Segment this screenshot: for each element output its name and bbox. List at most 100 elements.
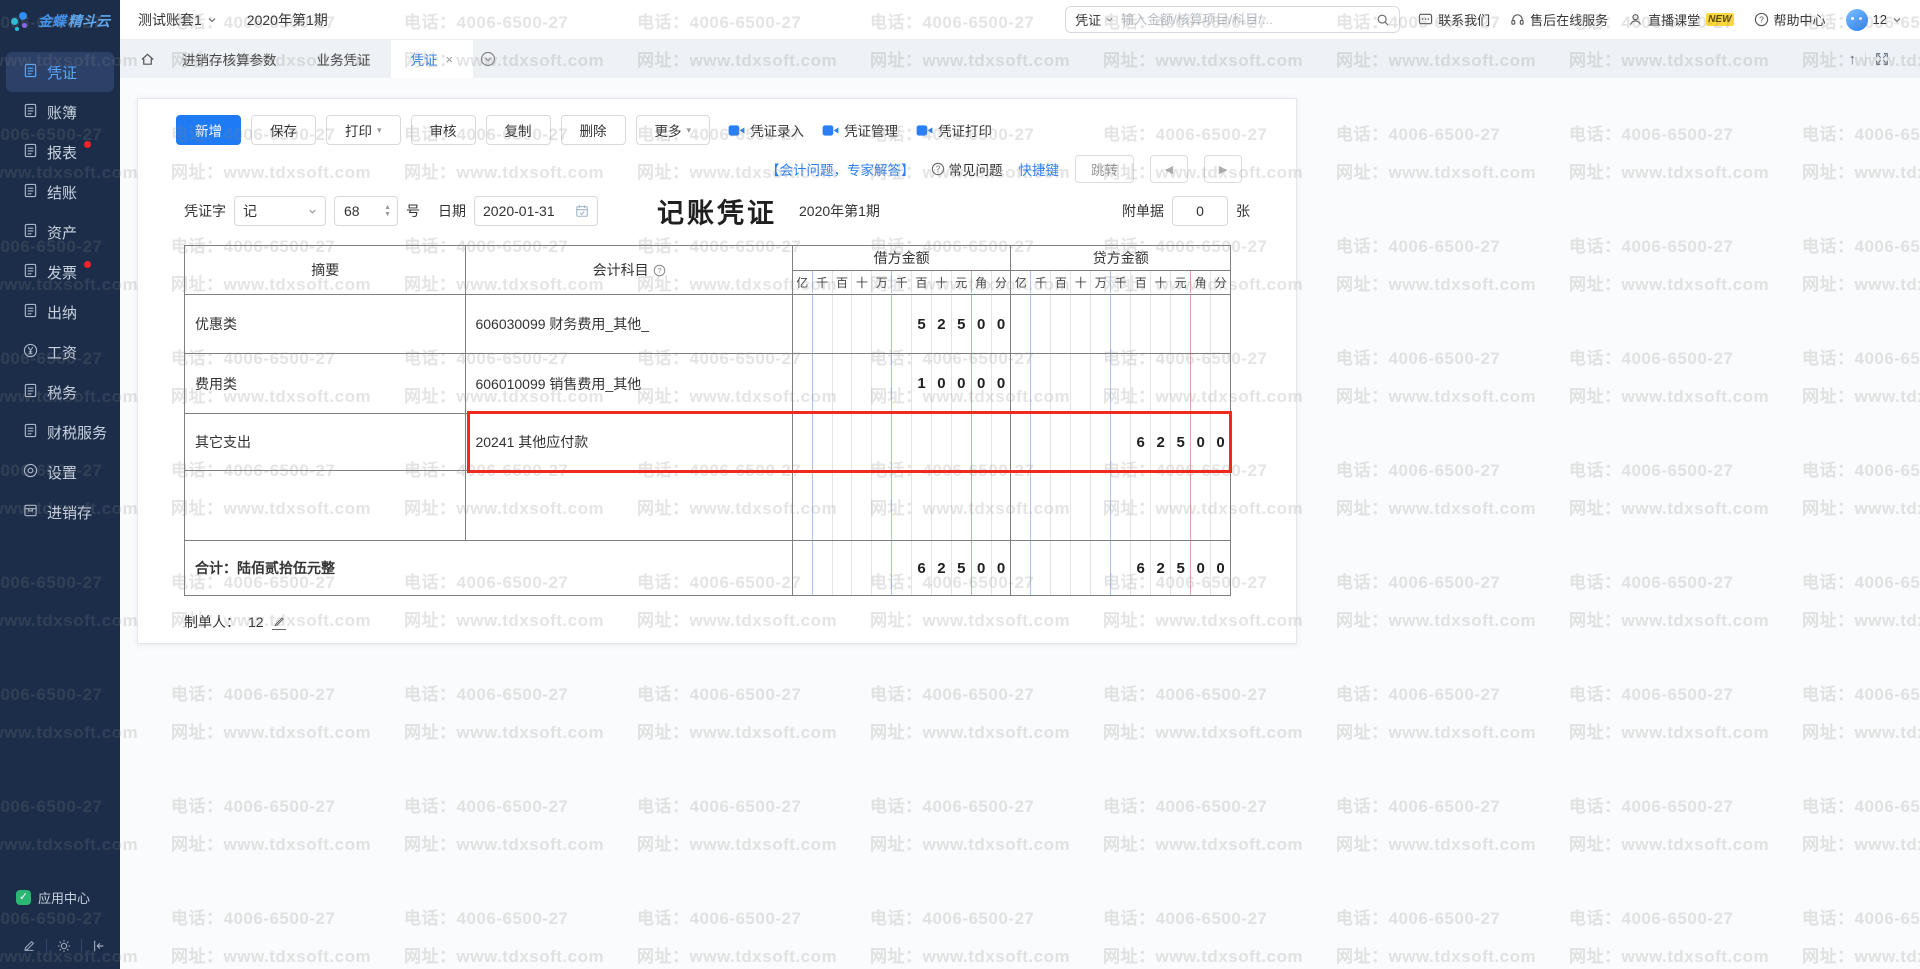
step-up-icon[interactable]: ▲ bbox=[384, 204, 391, 211]
debit-cell[interactable] bbox=[793, 414, 1012, 470]
credit-cell[interactable]: 62500 bbox=[1011, 414, 1230, 470]
digit-cell bbox=[813, 414, 833, 470]
debit-cell[interactable] bbox=[793, 471, 1012, 540]
sidebar-item-资产[interactable]: 资产 bbox=[6, 212, 114, 252]
sidebar-item-发票[interactable]: 发票 bbox=[6, 252, 114, 292]
date-input[interactable] bbox=[483, 203, 563, 219]
digit-cell bbox=[1091, 295, 1111, 353]
shortcut-keys-link[interactable]: 快捷键 bbox=[1019, 159, 1060, 179]
jump-button[interactable]: 跳转 bbox=[1075, 155, 1134, 183]
attachment-count-input[interactable] bbox=[1180, 203, 1220, 219]
sidebar-item-进销存[interactable]: 进销存 bbox=[6, 492, 114, 532]
tab-overflow-icon[interactable] bbox=[473, 51, 503, 67]
account-cell[interactable]: 606010099 销售费用_其他 bbox=[466, 354, 792, 413]
digit-cell bbox=[793, 414, 813, 470]
summary-cell[interactable]: 优惠类 bbox=[185, 295, 466, 353]
删除-button[interactable]: 删除 bbox=[561, 115, 626, 145]
digit-column-label: 分 bbox=[992, 271, 1011, 293]
credit-cell[interactable] bbox=[1011, 471, 1230, 540]
expert-qa-link[interactable]: 【会计问题，专家解答】 bbox=[766, 159, 915, 179]
video-link-凭证打印[interactable]: 凭证打印 bbox=[916, 120, 992, 140]
date-label: 日期 bbox=[438, 201, 466, 221]
question-circle-icon[interactable]: ? bbox=[653, 264, 666, 277]
prev-voucher-button[interactable]: ◀ bbox=[1150, 155, 1188, 183]
search-icon[interactable] bbox=[1376, 13, 1390, 27]
tab-进销存核算参数[interactable]: 进销存核算参数 bbox=[162, 40, 297, 78]
credit-cell[interactable] bbox=[1011, 354, 1230, 413]
更多-button[interactable]: 更多▾ bbox=[636, 115, 711, 145]
summary-cell[interactable] bbox=[185, 471, 466, 540]
user-menu[interactable]: 12 bbox=[1846, 9, 1902, 31]
复制-button[interactable]: 复制 bbox=[486, 115, 551, 145]
search-category-value: 凭证 bbox=[1075, 10, 1101, 29]
debit-cell[interactable]: 52500 bbox=[793, 295, 1012, 353]
sidebar-item-设置[interactable]: 设置 bbox=[6, 452, 114, 492]
scroll-top-icon[interactable]: ↑ bbox=[1840, 51, 1866, 68]
app-logo[interactable]: 金蝶精斗云 bbox=[0, 0, 120, 42]
tab-凭证[interactable]: 凭证× bbox=[391, 40, 474, 78]
collapse-sidebar-icon[interactable] bbox=[81, 939, 116, 953]
account-cell[interactable]: 606030099 财务费用_其他_ bbox=[466, 295, 792, 353]
account-cell[interactable]: 20241 其他应付款 bbox=[466, 414, 792, 470]
digit-cell bbox=[813, 541, 833, 595]
sidebar-item-工资[interactable]: 工资 bbox=[6, 332, 114, 372]
credit-cell[interactable] bbox=[1011, 295, 1230, 353]
edit-preparer-icon[interactable] bbox=[272, 615, 286, 630]
sidebar-item-财税服务[interactable]: 财税服务 bbox=[6, 412, 114, 452]
digit-cell bbox=[833, 295, 853, 353]
sidebar-item-账簿[interactable]: 账簿 bbox=[6, 92, 114, 132]
button-label: 删除 bbox=[580, 120, 607, 140]
sidebar-item-税务[interactable]: 税务 bbox=[6, 372, 114, 412]
home-icon[interactable] bbox=[132, 40, 162, 78]
summary-cell[interactable]: 费用类 bbox=[185, 354, 466, 413]
sidebar-item-报表[interactable]: 报表 bbox=[6, 132, 114, 172]
faq-link[interactable]: ? 常见问题 bbox=[931, 159, 1003, 179]
sidebar-item-app-center[interactable]: ✓ 应用中心 bbox=[16, 888, 90, 907]
video-link-凭证录入[interactable]: 凭证录入 bbox=[728, 120, 804, 140]
digit-cell bbox=[852, 414, 872, 470]
保存-button[interactable]: 保存 bbox=[251, 115, 316, 145]
step-down-icon[interactable]: ▼ bbox=[384, 211, 391, 218]
edit-icon[interactable] bbox=[12, 939, 46, 953]
calendar-icon[interactable] bbox=[575, 204, 589, 218]
video-tutorial-links: 凭证录入凭证管理凭证打印 bbox=[728, 120, 992, 140]
logo-icon bbox=[10, 10, 32, 32]
voucher-number-input[interactable] bbox=[335, 203, 375, 219]
digit-cell bbox=[1071, 541, 1091, 595]
新增-button[interactable]: 新增 bbox=[176, 115, 241, 145]
summary-cell[interactable]: 其它支出 bbox=[185, 414, 466, 470]
digit-column-label: 百 bbox=[912, 271, 932, 293]
chevron-down-icon bbox=[308, 207, 317, 216]
account-header: 会计科目? bbox=[466, 246, 792, 294]
sidebar-item-出纳[interactable]: 出纳 bbox=[6, 292, 114, 332]
sidebar-item-结账[interactable]: 结账 bbox=[6, 172, 114, 212]
theme-icon[interactable] bbox=[46, 939, 81, 953]
topbar-link-直播课堂[interactable]: 直播课堂NEW bbox=[1628, 10, 1733, 29]
digit-cell bbox=[793, 541, 813, 595]
tab-业务凭证[interactable]: 业务凭证 bbox=[297, 40, 391, 78]
打印-button[interactable]: 打印▾ bbox=[326, 115, 401, 145]
attachment-count-field[interactable] bbox=[1172, 196, 1228, 226]
topbar-link-售后在线服务[interactable]: 售后在线服务 bbox=[1510, 10, 1608, 29]
account-cell[interactable] bbox=[466, 471, 792, 540]
voucher-number-field[interactable]: ▲▼ bbox=[334, 196, 398, 226]
sidebar-item-凭证[interactable]: 凭证 bbox=[6, 52, 114, 92]
search-input[interactable] bbox=[1121, 12, 1369, 27]
topbar-link-帮助中心[interactable]: ?帮助中心 bbox=[1754, 10, 1826, 29]
total-row: 合计：陆佰贰拾伍元整6250062500 bbox=[185, 540, 1230, 595]
fullscreen-icon[interactable] bbox=[1865, 52, 1898, 66]
video-link-凭证管理[interactable]: 凭证管理 bbox=[822, 120, 898, 140]
number-stepper[interactable]: ▲▼ bbox=[384, 204, 397, 218]
search-category-selector[interactable]: 凭证 bbox=[1075, 10, 1114, 29]
account-set-selector[interactable]: 测试账套1 bbox=[138, 10, 217, 30]
global-search[interactable]: 凭证 bbox=[1065, 6, 1400, 33]
digit-cell: 0 bbox=[1191, 414, 1211, 470]
next-voucher-button[interactable]: ▶ bbox=[1204, 155, 1242, 183]
debit-cell[interactable]: 10000 bbox=[793, 354, 1012, 413]
date-field[interactable] bbox=[474, 196, 598, 226]
topbar-link-联系我们[interactable]: 联系我们 bbox=[1418, 10, 1490, 29]
person-icon bbox=[1628, 12, 1643, 27]
voucher-word-select[interactable]: 记 bbox=[234, 196, 326, 226]
审核-button[interactable]: 审核 bbox=[411, 115, 476, 145]
close-icon[interactable]: × bbox=[446, 52, 454, 67]
